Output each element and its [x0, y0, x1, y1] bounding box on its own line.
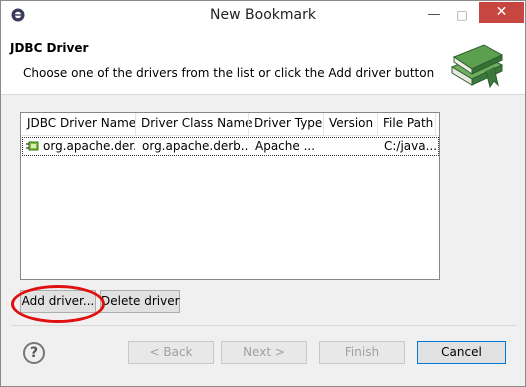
- column-header[interactable]: JDBC Driver Name: [27, 116, 136, 130]
- back-button[interactable]: < Back: [128, 341, 214, 364]
- drivers-table[interactable]: JDBC Driver Name Driver Class Name Drive…: [20, 112, 440, 280]
- cell-driver-type: Apache ...: [255, 139, 316, 153]
- cell-driver-class: org.apache.derb...: [142, 139, 248, 153]
- column-header[interactable]: File Path: [383, 116, 433, 130]
- database-driver-icon: [26, 141, 39, 151]
- new-bookmark-dialog: New Bookmark — □ ✕ JDBC Driver Choose on…: [0, 0, 526, 387]
- window-title: New Bookmark: [210, 7, 316, 23]
- minimize-button[interactable]: —: [422, 5, 446, 25]
- cell-file-path: C:/java...: [384, 139, 436, 153]
- finish-button[interactable]: Finish: [319, 341, 405, 364]
- cancel-button[interactable]: Cancel: [417, 341, 506, 364]
- books-icon: [450, 44, 504, 89]
- column-header[interactable]: Driver Class Name: [141, 116, 253, 130]
- column-header[interactable]: Version: [329, 116, 373, 130]
- page-title: JDBC Driver: [10, 41, 89, 55]
- wizard-banner: JDBC Driver Choose one of the drivers fr…: [1, 31, 525, 95]
- maximize-button[interactable]: □: [450, 5, 474, 25]
- column-header[interactable]: Driver Type: [254, 116, 322, 130]
- close-button[interactable]: ✕: [479, 2, 524, 23]
- next-button[interactable]: Next >: [221, 341, 307, 364]
- table-row[interactable]: org.apache.der... org.apache.derb... Apa…: [22, 137, 439, 156]
- page-description: Choose one of the drivers from the list …: [23, 66, 435, 80]
- cell-driver-name: org.apache.der...: [43, 139, 135, 153]
- table-header: JDBC Driver Name Driver Class Name Drive…: [21, 113, 439, 136]
- annotation-ellipse: [11, 285, 105, 323]
- separator: [11, 325, 517, 326]
- title-bar: New Bookmark — □ ✕: [1, 1, 525, 31]
- help-icon[interactable]: ?: [23, 342, 45, 364]
- delete-driver-button[interactable]: Delete driver: [100, 290, 180, 313]
